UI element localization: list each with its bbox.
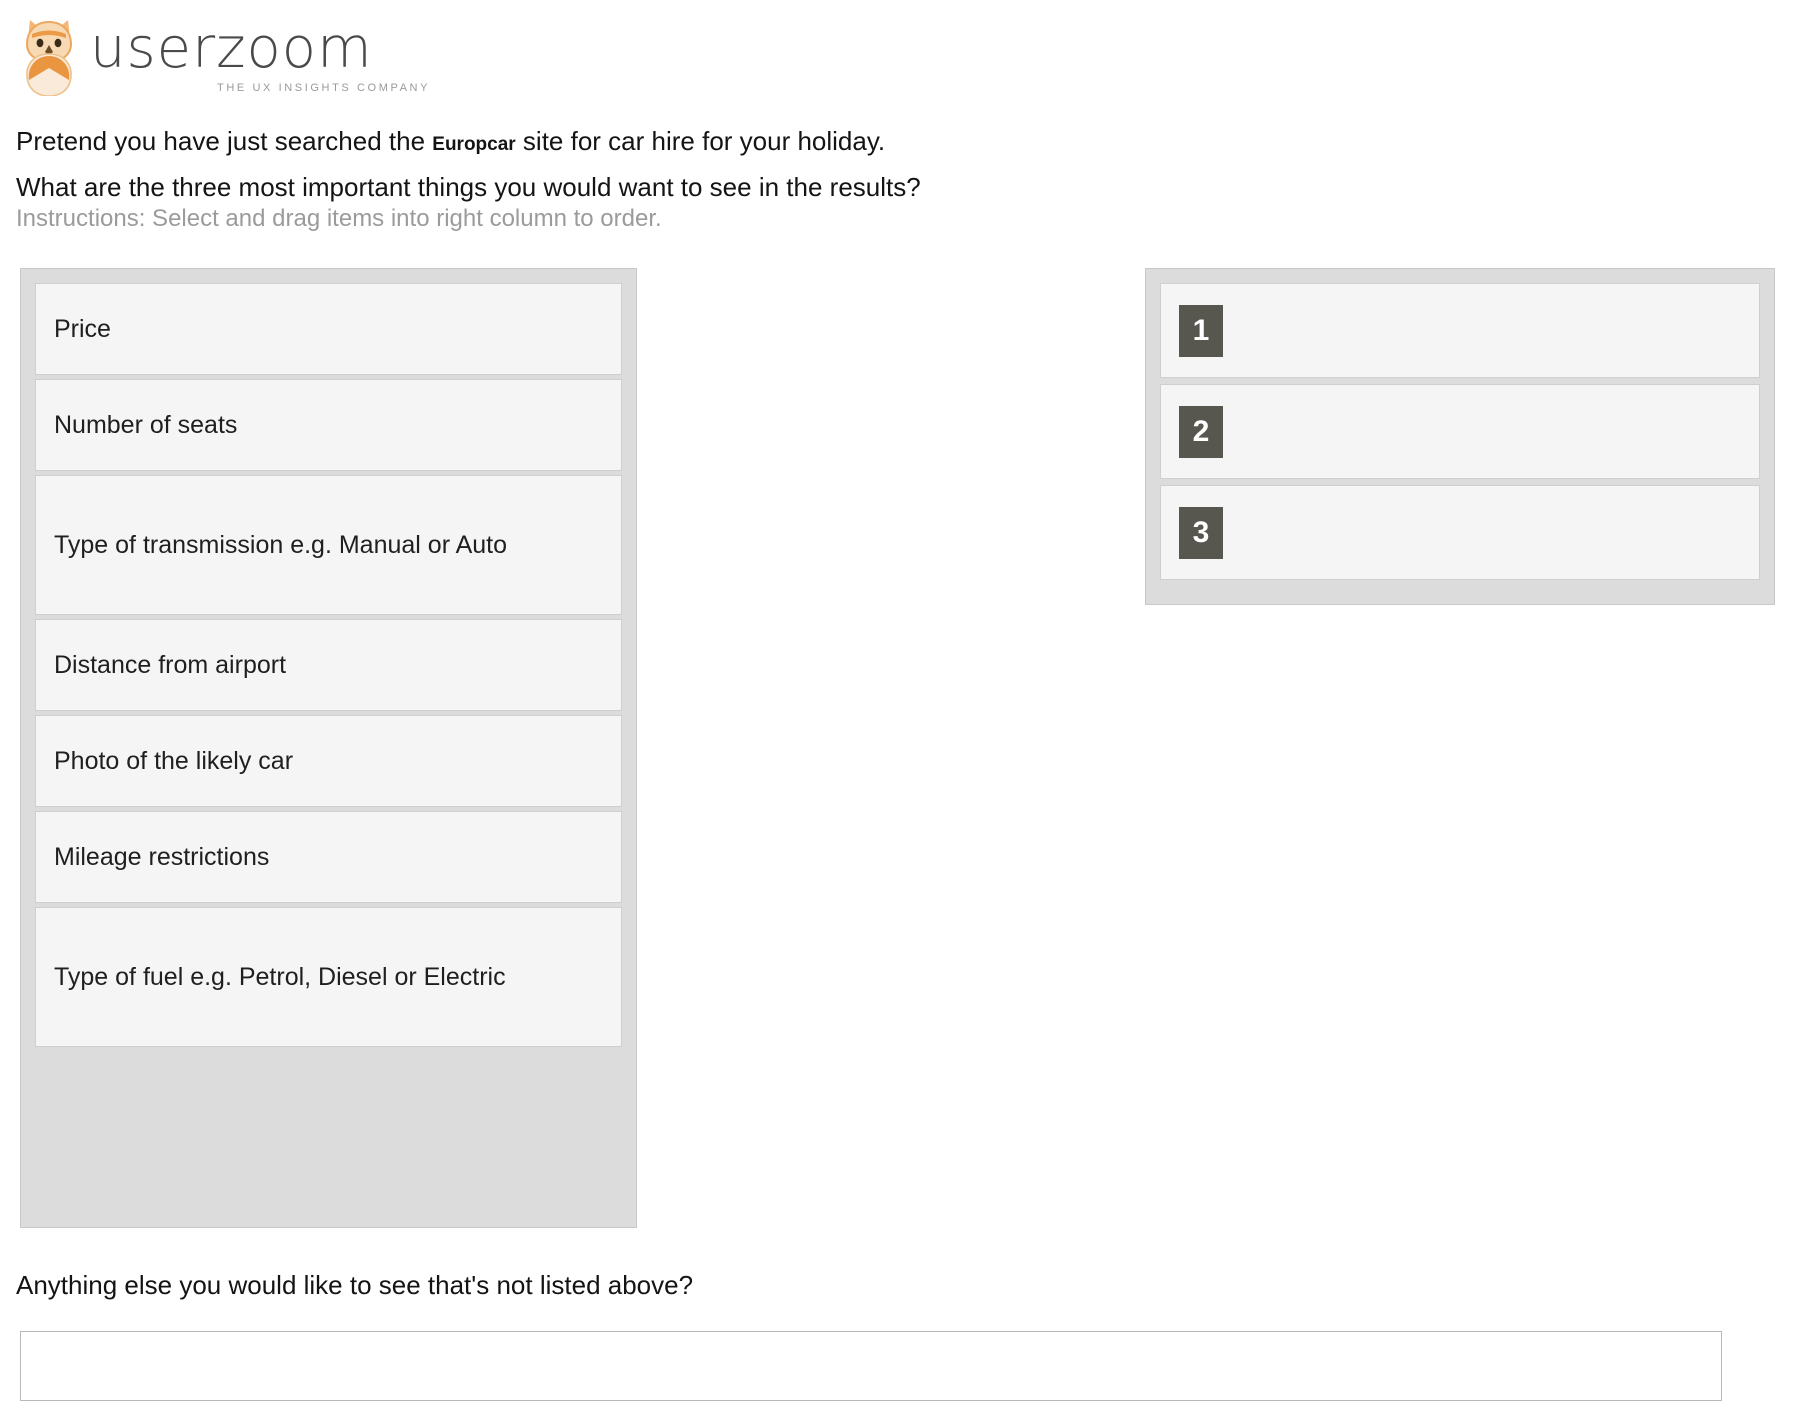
list-item[interactable]: Mileage restrictions <box>35 811 622 903</box>
source-items-panel[interactable]: Price Number of seats Type of transmissi… <box>20 268 637 1228</box>
list-item[interactable]: Photo of the likely car <box>35 715 622 807</box>
brand-name: userzoom <box>90 16 373 81</box>
list-item[interactable]: Type of transmission e.g. Manual or Auto <box>35 475 622 615</box>
list-item[interactable]: Number of seats <box>35 379 622 471</box>
list-item[interactable]: Distance from airport <box>35 619 622 711</box>
followup-question-label: Anything else you would like to see that… <box>16 1270 694 1300</box>
list-item-label: Mileage restrictions <box>54 843 270 871</box>
list-item-label: Price <box>54 315 111 343</box>
question-line-1: Pretend you have just searched the Europ… <box>16 120 1316 166</box>
rank-badge-3: 3 <box>1179 506 1223 559</box>
list-item-label: Photo of the likely car <box>54 747 294 775</box>
rank-badge-2: 2 <box>1179 405 1223 458</box>
list-item-label: Number of seats <box>54 411 238 439</box>
drop-slot-2[interactable]: 2 <box>1160 384 1760 479</box>
drop-slot-1[interactable]: 1 <box>1160 283 1760 378</box>
question-line-1-before: Pretend you have just searched the <box>16 126 433 156</box>
europcar-brand-word: Europcar <box>432 134 516 155</box>
list-item-label: Type of fuel e.g. Petrol, Diesel or Elec… <box>54 963 506 991</box>
followup-answer-input[interactable] <box>20 1331 1722 1401</box>
rank-badge-1: 1 <box>1179 304 1223 357</box>
list-item-label: Type of transmission e.g. Manual or Auto <box>54 531 508 559</box>
question-block: Pretend you have just searched the Europ… <box>16 120 1316 209</box>
instructions-text: Instructions: Select and drag items into… <box>16 205 662 232</box>
brand-tagline: THE UX INSIGHTS COMPANY <box>217 82 430 94</box>
question-line-1-after: site for car hire for your holiday. <box>515 126 886 156</box>
ranking-drop-panel[interactable]: 1 2 3 <box>1145 268 1775 605</box>
owl-icon <box>18 12 80 97</box>
list-item[interactable]: Price <box>35 283 622 375</box>
brand-logo: userzoom THE UX INSIGHTS COMPANY <box>18 8 438 100</box>
list-item[interactable]: Type of fuel e.g. Petrol, Diesel or Elec… <box>35 907 622 1047</box>
list-item-label: Distance from airport <box>54 651 287 679</box>
brand-wordmark: userzoom THE UX INSIGHTS COMPANY <box>90 20 430 98</box>
drop-slot-3[interactable]: 3 <box>1160 485 1760 580</box>
